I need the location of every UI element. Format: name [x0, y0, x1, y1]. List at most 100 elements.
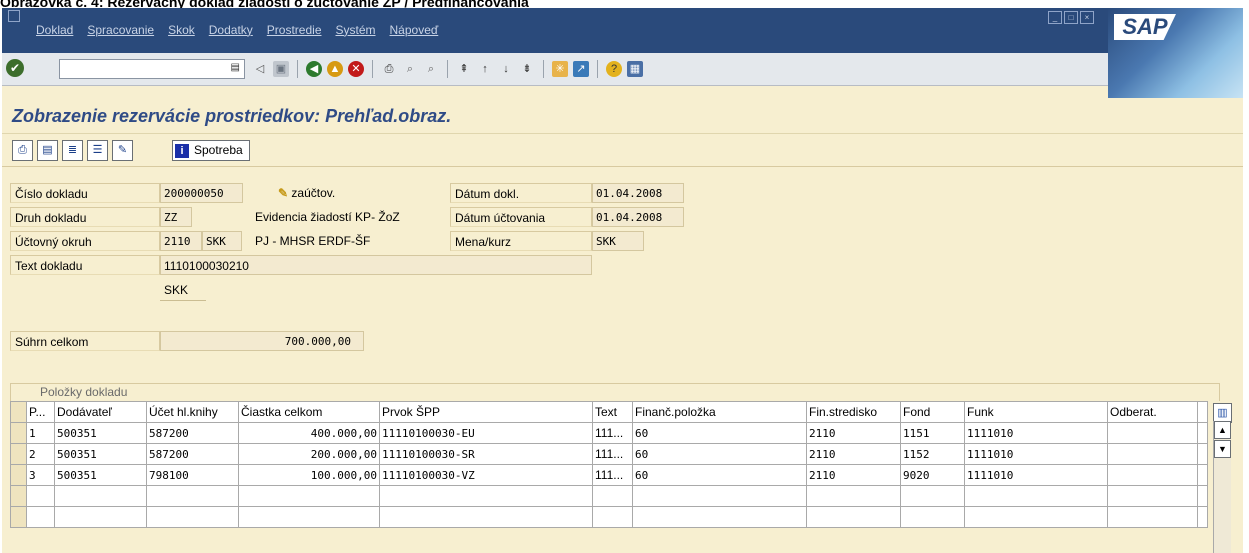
spotreba-button[interactable]: i Spotreba	[172, 140, 250, 161]
cell: 111...	[592, 422, 633, 444]
menu-bar: Doklad Spracovanie Skok Dodatky Prostred…	[36, 23, 438, 37]
exit-icon[interactable]: ▲	[327, 61, 343, 77]
next-page-icon[interactable]: ↓	[498, 61, 514, 77]
cell: 2110	[806, 422, 901, 444]
cell-overflow	[1197, 464, 1208, 486]
command-history-icon[interactable]: ▤	[231, 62, 240, 73]
cell	[1107, 422, 1198, 444]
uctovny-okruh-value[interactable]: 2110	[160, 231, 202, 251]
cell: 9020	[900, 464, 965, 486]
window-menu-icon[interactable]	[8, 10, 20, 22]
datum-uctovania-label: Dátum účtovania	[450, 207, 592, 227]
detail-icon[interactable]: ☰	[87, 140, 108, 161]
info-icon: i	[175, 143, 189, 158]
column-header[interactable]: Odberat.	[1107, 401, 1198, 423]
datum-dokl-label: Dátum dokl.	[450, 183, 592, 203]
datum-dokl-value[interactable]: 01.04.2008	[592, 183, 684, 203]
back-arrow-icon[interactable]: ◁	[252, 61, 268, 77]
row-selector[interactable]	[10, 464, 27, 486]
column-header[interactable]: Finanč.položka	[632, 401, 807, 423]
cell: 1	[26, 422, 55, 444]
cell: 11110100030-EU	[379, 422, 593, 444]
menu-napoved[interactable]: Nápoveď	[390, 23, 439, 37]
separator	[543, 60, 544, 78]
column-header[interactable]: Fin.stredisko	[806, 401, 901, 423]
scroll-up-icon[interactable]: ▲	[1214, 421, 1231, 439]
system-toolbar-icons: ◁ ▣ ◀ ▲ ✕ ⎙ ⌕ ⌕ ⇞ ↑ ↓ ⇟ ✳ ↗ ? ▦	[252, 60, 643, 78]
menu-spracovanie[interactable]: Spracovanie	[87, 23, 154, 37]
column-header[interactable]: Fond	[900, 401, 965, 423]
minimize-icon[interactable]: _	[1048, 11, 1062, 24]
mena-value[interactable]: SKK	[592, 231, 644, 251]
sap-logo-text: SAP	[1114, 14, 1176, 40]
table-row[interactable]: 2 500351 587200 200.000,00 11110100030-S…	[10, 443, 1208, 465]
table-row-empty[interactable]	[10, 485, 1208, 507]
print-button-icon[interactable]: ⎙	[12, 140, 33, 161]
row-selector[interactable]	[10, 443, 27, 465]
cell: 3	[26, 464, 55, 486]
cell: 2	[26, 443, 55, 465]
row-selector[interactable]	[10, 485, 27, 507]
row-selector[interactable]	[10, 506, 27, 528]
table-row-empty[interactable]	[10, 506, 1208, 528]
change-icon[interactable]: ✎	[112, 140, 133, 161]
cancel-icon[interactable]: ✕	[348, 61, 364, 77]
menu-skok[interactable]: Skok	[168, 23, 195, 37]
cislo-dokladu-value[interactable]: 200000050	[160, 183, 243, 203]
back-icon[interactable]: ◀	[306, 61, 322, 77]
text-dokladu-value[interactable]: 1110100030210	[160, 255, 592, 275]
suhrn-celkom-value[interactable]: 700.000,00	[160, 331, 364, 351]
previous-page-icon[interactable]: ↑	[477, 61, 493, 77]
find-next-icon[interactable]: ⌕	[423, 61, 439, 77]
layout-menu-icon[interactable]: ▦	[627, 61, 643, 77]
enter-icon[interactable]: ✔	[6, 59, 24, 77]
column-header[interactable]: Prvok ŠPP	[379, 401, 593, 423]
save-icon[interactable]: ▣	[273, 61, 289, 77]
print-icon[interactable]: ⎙	[381, 61, 397, 77]
cell: 11110100030-VZ	[379, 464, 593, 486]
column-header[interactable]: P...	[26, 401, 55, 423]
datum-uctovania-value[interactable]: 01.04.2008	[592, 207, 684, 227]
system-toolbar: ✔ ▤ ◁ ▣ ◀ ▲ ✕ ⎙ ⌕ ⌕ ⇞ ↑ ↓ ⇟ ✳ ↗ ? ▦	[2, 53, 1108, 86]
find-icon[interactable]: ⌕	[402, 61, 418, 77]
column-header[interactable]: Text	[592, 401, 633, 423]
column-header[interactable]: Dodávateľ	[54, 401, 147, 423]
scroll-down-icon[interactable]: ▼	[1214, 440, 1231, 458]
first-page-icon[interactable]: ⇞	[456, 61, 472, 77]
table-row[interactable]: 1 500351 587200 400.000,00 11110100030-E…	[10, 422, 1208, 444]
druh-dokladu-value[interactable]: ZZ	[160, 207, 192, 227]
uctovny-okruh-mena[interactable]: SKK	[202, 231, 242, 251]
menu-system[interactable]: Systém	[336, 23, 376, 37]
cell: 60	[632, 464, 807, 486]
window-controls: _ □ ×	[1048, 11, 1094, 24]
row-selector[interactable]	[10, 422, 27, 444]
uctovny-okruh-text: PJ - MHSR ERDF-ŠF	[255, 234, 371, 248]
menu-doklad[interactable]: Doklad	[36, 23, 73, 37]
cislo-dokladu-label: Číslo dokladu	[10, 183, 160, 203]
maximize-icon[interactable]: □	[1064, 11, 1078, 24]
cell: 1111010	[964, 422, 1108, 444]
column-header[interactable]: Účet hl.knihy	[146, 401, 239, 423]
vertical-scrollbar[interactable]: ▲ ▼	[1213, 421, 1231, 553]
menu-dodatky[interactable]: Dodatky	[209, 23, 253, 37]
cell: 200.000,00	[238, 443, 380, 465]
create-session-icon[interactable]: ✳	[552, 61, 568, 77]
cell-overflow	[1197, 443, 1208, 465]
shortcut-icon[interactable]: ↗	[573, 61, 589, 77]
command-field[interactable]: ▤	[59, 59, 245, 79]
items-icon[interactable]: ≣	[62, 140, 83, 161]
overview-icon[interactable]: ▤	[37, 140, 58, 161]
menu-prostredie[interactable]: Prostredie	[267, 23, 322, 37]
help-icon[interactable]: ?	[606, 61, 622, 77]
row-selector-header[interactable]	[10, 401, 27, 423]
last-page-icon[interactable]: ⇟	[519, 61, 535, 77]
table-settings-icon[interactable]: ▥	[1213, 403, 1232, 423]
cell: 111...	[592, 443, 633, 465]
table-title: Položky dokladu	[40, 385, 128, 399]
column-header[interactable]: Funk	[964, 401, 1108, 423]
column-header[interactable]: Čiastka celkom	[238, 401, 380, 423]
cell	[1107, 464, 1198, 486]
table-row[interactable]: 3 500351 798100 100.000,00 11110100030-V…	[10, 464, 1208, 486]
cell: 60	[632, 422, 807, 444]
close-icon[interactable]: ×	[1080, 11, 1094, 24]
